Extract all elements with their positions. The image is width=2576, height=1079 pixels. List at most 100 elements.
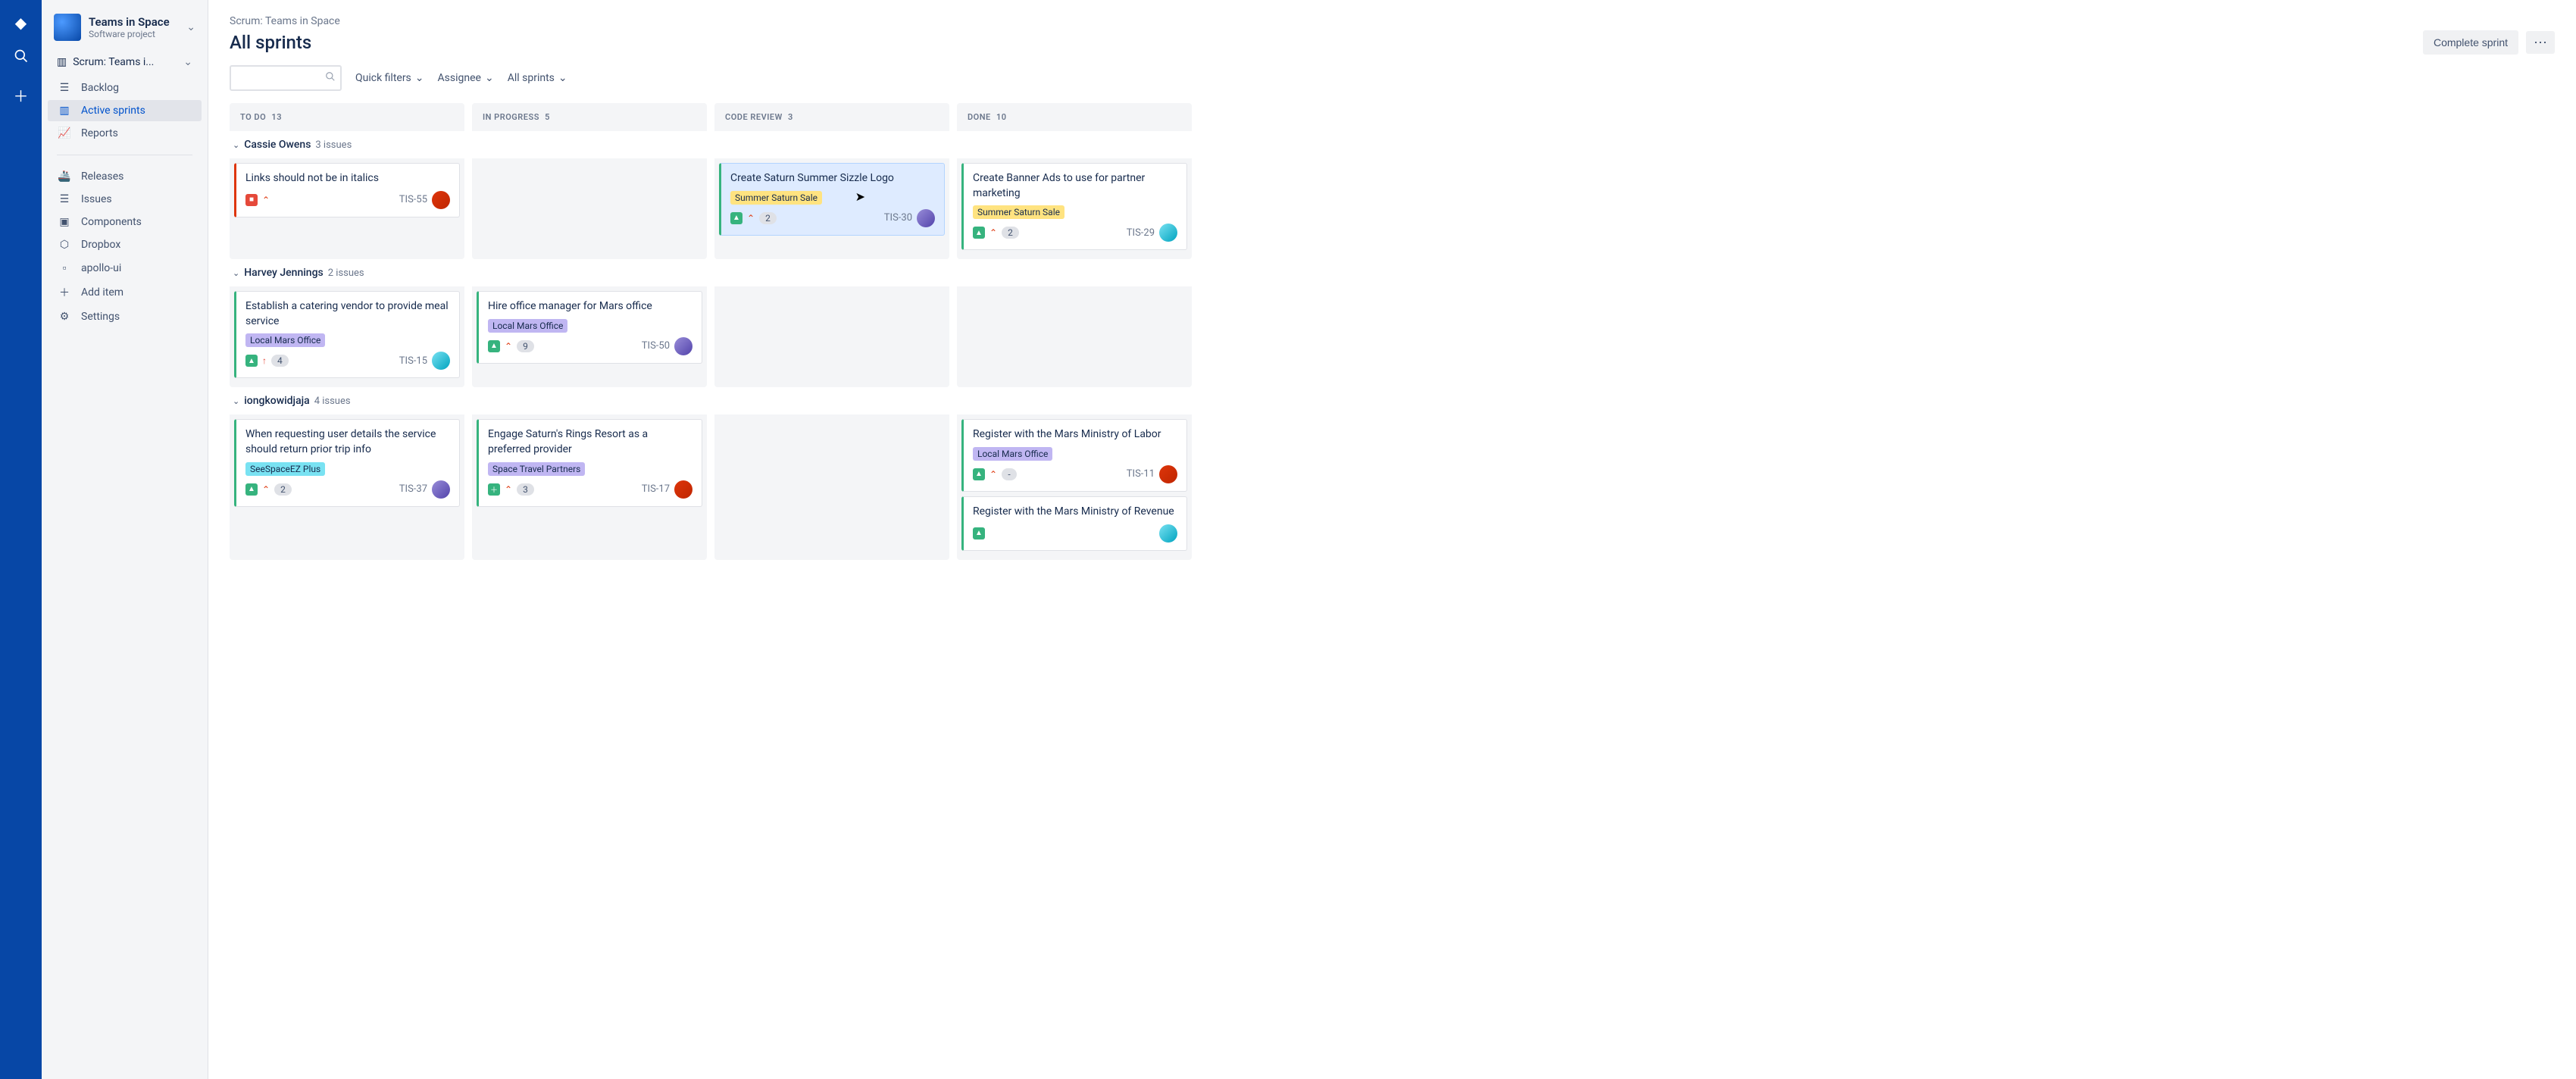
priority-highest-icon: ⌃ — [989, 469, 997, 480]
issue-key[interactable]: TIS-30 — [884, 212, 912, 224]
global-nav-rail: ◆ ＋ — [0, 0, 42, 1079]
estimate-badge: 2 — [274, 483, 292, 496]
search-icon — [325, 71, 336, 85]
assignee-avatar[interactable] — [432, 191, 450, 209]
epic-tag[interactable]: Local Mars Office — [488, 319, 567, 333]
story-type-icon: ▲ — [730, 212, 742, 224]
sidebar-item-dropbox[interactable]: ⬡Dropbox — [48, 234, 202, 255]
project-type: Software project — [89, 29, 170, 39]
issue-key[interactable]: TIS-11 — [1127, 468, 1155, 480]
sidebar-item-components[interactable]: ▣Components — [48, 211, 202, 233]
epic-tag[interactable]: Space Travel Partners — [488, 462, 585, 476]
search-input-wrapper — [230, 65, 342, 91]
complete-sprint-button[interactable]: Complete sprint — [2423, 30, 2518, 55]
assignee-avatar[interactable] — [432, 480, 450, 499]
search-icon[interactable] — [14, 48, 29, 67]
issue-card[interactable]: When requesting user details the service… — [234, 419, 460, 506]
assignee-avatar[interactable] — [917, 209, 935, 227]
column-drop-zone[interactable] — [714, 286, 949, 387]
chevron-down-icon: ⌄ — [183, 56, 192, 68]
project-switcher[interactable]: Teams in Space Software project ⌄ — [48, 14, 202, 52]
sidebar-item-releases[interactable]: 🚢Releases — [48, 166, 202, 187]
ship-icon: 🚢 — [57, 170, 72, 183]
priority-highest-icon: ⌃ — [747, 213, 755, 224]
issue-card[interactable]: Establish a catering vendor to provide m… — [234, 291, 460, 378]
sidebar-item-apollo[interactable]: ▫apollo-ui — [48, 257, 202, 279]
column-drop-zone[interactable]: Establish a catering vendor to provide m… — [230, 286, 464, 387]
column-drop-zone[interactable]: Engage Saturn's Rings Resort as a prefer… — [472, 414, 707, 559]
issue-card[interactable]: Register with the Mars Ministry of Labor… — [961, 419, 1187, 492]
priority-highest-icon: ⌃ — [989, 227, 997, 238]
swimlane-toggle[interactable]: ⌄ Cassie Owens 3 issues — [230, 131, 2555, 158]
sidebar-item-label: Dropbox — [81, 239, 120, 251]
column-drop-zone[interactable]: Links should not be in italics ■ ⌃ TIS-5… — [230, 158, 464, 259]
assignee-dropdown[interactable]: Assignee ⌄ — [438, 72, 494, 84]
board-icon: ▥ — [57, 56, 67, 68]
swimlane-name: Cassie Owens — [244, 139, 311, 151]
column-drop-zone[interactable] — [472, 158, 707, 259]
column-header-review: CODE REVIEW 3 — [714, 103, 949, 131]
jira-logo-icon[interactable]: ◆ — [15, 14, 27, 32]
epic-tag[interactable]: Local Mars Office — [973, 447, 1052, 461]
issue-key[interactable]: TIS-50 — [642, 340, 670, 352]
card-title: Establish a catering vendor to provide m… — [245, 299, 450, 329]
issue-card[interactable]: Links should not be in italics ■ ⌃ TIS-5… — [234, 163, 460, 217]
sidebar-item-label: Backlog — [81, 82, 119, 94]
issue-card[interactable]: ➤ Create Saturn Summer Sizzle Logo Summe… — [719, 163, 945, 236]
assignee-avatar[interactable] — [1159, 465, 1177, 483]
epic-tag[interactable]: Local Mars Office — [245, 333, 325, 347]
sidebar-item-reports[interactable]: 📈 Reports — [48, 123, 202, 144]
story-type-icon: ▲ — [973, 227, 985, 239]
issue-key[interactable]: TIS-15 — [399, 355, 427, 367]
column-drop-zone[interactable]: Register with the Mars Ministry of Labor… — [957, 414, 1192, 559]
assignee-avatar[interactable] — [1159, 524, 1177, 543]
breadcrumb[interactable]: Scrum: Teams in Space — [230, 15, 2555, 27]
card-title: Hire office manager for Mars office — [488, 299, 692, 314]
component-icon: ▣ — [57, 216, 72, 228]
story-type-icon: ▲ — [973, 527, 985, 540]
issue-key[interactable]: TIS-37 — [399, 483, 427, 495]
card-title: Links should not be in italics — [245, 171, 450, 186]
sidebar-item-issues[interactable]: ☰Issues — [48, 189, 202, 210]
issue-card[interactable]: Engage Saturn's Rings Resort as a prefer… — [477, 419, 702, 506]
swimlane-issue-count: 2 issues — [328, 267, 364, 279]
priority-high-icon: ↑ — [262, 355, 267, 366]
issue-key[interactable]: TIS-29 — [1127, 227, 1155, 239]
issue-key[interactable]: TIS-55 — [399, 194, 427, 205]
issue-card[interactable]: Create Banner Ads to use for partner mar… — [961, 163, 1187, 250]
assignee-avatar[interactable] — [674, 480, 692, 499]
create-icon[interactable]: ＋ — [14, 84, 29, 106]
issue-card[interactable]: Register with the Mars Ministry of Reven… — [961, 496, 1187, 551]
column-drop-zone[interactable] — [714, 414, 949, 559]
swimlane-name: Harvey Jennings — [244, 267, 324, 279]
board-selector[interactable]: ▥ Scrum: Teams i... ⌄ — [48, 52, 202, 73]
swimlane-toggle[interactable]: ⌄ iongkowidjaja 4 issues — [230, 387, 2555, 414]
column-drop-zone[interactable]: When requesting user details the service… — [230, 414, 464, 559]
more-actions-button[interactable]: ⋯ — [2526, 31, 2555, 54]
epic-tag[interactable]: Summer Saturn Sale — [730, 191, 822, 205]
quick-filters-dropdown[interactable]: Quick filters ⌄ — [355, 72, 424, 84]
sprints-dropdown[interactable]: All sprints ⌄ — [508, 72, 567, 84]
assignee-avatar[interactable] — [674, 337, 692, 355]
sidebar-item-backlog[interactable]: ☰ Backlog — [48, 77, 202, 99]
story-type-icon: ▲ — [245, 483, 258, 496]
swimlane-toggle[interactable]: ⌄ Harvey Jennings 2 issues — [230, 259, 2555, 286]
epic-tag[interactable]: Summer Saturn Sale — [973, 205, 1064, 219]
column-header-todo: TO DO 13 — [230, 103, 464, 131]
sidebar-item-settings[interactable]: ⚙Settings — [48, 306, 202, 327]
column-drop-zone[interactable]: Hire office manager for Mars office Loca… — [472, 286, 707, 387]
column-drop-zone[interactable] — [957, 286, 1192, 387]
sidebar-item-label: Settings — [81, 311, 120, 323]
issue-card[interactable]: Hire office manager for Mars office Loca… — [477, 291, 702, 364]
assignee-avatar[interactable] — [432, 352, 450, 370]
column-drop-zone[interactable]: Create Banner Ads to use for partner mar… — [957, 158, 1192, 259]
column-drop-zone[interactable]: ➤ Create Saturn Summer Sizzle Logo Summe… — [714, 158, 949, 259]
epic-tag[interactable]: SeeSpaceEZ Plus — [245, 462, 325, 476]
sidebar-item-add[interactable]: ＋Add item — [48, 280, 202, 305]
issue-key[interactable]: TIS-17 — [642, 483, 670, 495]
assignee-avatar[interactable] — [1159, 224, 1177, 242]
sidebar-item-active-sprints[interactable]: ▥ Active sprints — [48, 100, 202, 121]
sidebar-item-label: Add item — [81, 286, 123, 299]
reports-icon: 📈 — [57, 127, 72, 139]
estimate-badge: 2 — [1002, 227, 1019, 239]
